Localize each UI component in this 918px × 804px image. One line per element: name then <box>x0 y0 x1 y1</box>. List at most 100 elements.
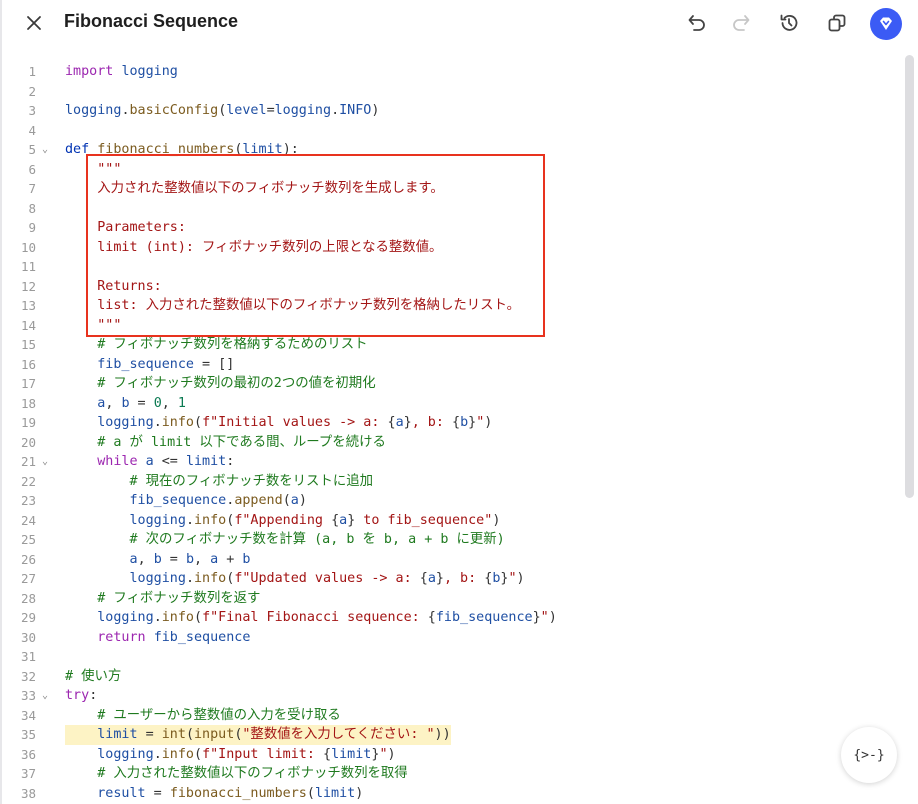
undo-button[interactable] <box>682 9 710 37</box>
line-number: 20 <box>20 434 36 450</box>
scrollbar-thumb[interactable] <box>905 55 914 498</box>
code-text: Returns: <box>65 278 162 294</box>
line-number: 27 <box>20 571 36 586</box>
code-line[interactable]: 35 limit = int(input("整数値を入力してください: ")) <box>0 725 900 745</box>
code-line[interactable]: 19 logging.info(f"Initial values -> a: {… <box>0 413 900 433</box>
code-text: return fib_sequence <box>97 629 251 645</box>
code-text: """ <box>65 317 122 333</box>
line-number: 12 <box>20 278 36 294</box>
run-code-icon: {>-} <box>853 747 885 763</box>
line-number: 10 <box>20 239 36 255</box>
run-code-button[interactable]: {>-} <box>841 727 897 783</box>
code-line[interactable]: 22 # 現在のフィボナッチ数をリストに追加 <box>0 472 900 492</box>
fold-chevron-icon[interactable]: ⌄ <box>42 452 48 472</box>
code-text: # a が limit 以下である間、ループを続ける <box>65 434 386 450</box>
code-line[interactable]: 25 # 次のフィボナッチ数を計算 (a, b を b, a + b に更新) <box>0 530 900 550</box>
app-logo[interactable] <box>870 8 902 40</box>
line-number: 1 <box>28 64 36 79</box>
code-text: logging.info(f"Updated values -> a: {a},… <box>129 571 525 586</box>
code-line[interactable]: 16 fib_sequence = [] <box>0 355 900 375</box>
code-text: # フィボナッチ数列を返す <box>65 590 261 606</box>
code-line[interactable]: 3 logging.basicConfig(level=logging.INFO) <box>0 101 900 121</box>
code-line[interactable]: 12 Returns: <box>0 277 900 297</box>
code-line[interactable]: 20 # a が limit 以下である間、ループを続ける <box>0 433 900 453</box>
code-line[interactable]: 10 limit (int): フィボナッチ数列の上限となる整数値。 <box>0 238 900 258</box>
line-number: 34 <box>20 707 36 723</box>
code-text: # 入力された整数値以下のフィボナッチ数列を取得 <box>65 766 408 781</box>
header-bar: Fibonacci Sequence <box>0 0 918 48</box>
code-line[interactable]: 36 logging.info(f"Input limit: {limit}") <box>0 745 900 765</box>
code-text: logging.info(f"Input limit: {limit}") <box>97 746 396 762</box>
document-title: Fibonacci Sequence <box>64 11 239 31</box>
code-text: result = fibonacci_numbers(limit) <box>97 785 364 801</box>
code-line[interactable]: 8 <box>0 199 900 219</box>
line-number: 16 <box>20 356 36 372</box>
line-number: 2 <box>28 83 36 99</box>
code-line[interactable]: 21 ⌄ while a <= limit: <box>0 452 900 472</box>
code-editor[interactable]: 1 import logging 2 3 logging.basicConfig(lev… <box>0 62 900 803</box>
code-line[interactable]: 13 list: 入力された整数値以下のフィボナッチ数列を格納したリスト。 <box>0 296 900 316</box>
copy-button[interactable] <box>823 9 851 37</box>
line-number: 6 <box>28 161 36 177</box>
code-text: import logging <box>65 64 178 79</box>
code-line[interactable]: 33 ⌄ try: <box>0 686 900 706</box>
code-line[interactable]: 15 # フィボナッチ数列を格納するためのリスト <box>0 335 900 355</box>
code-line[interactable]: 28 # フィボナッチ数列を返す <box>0 589 900 609</box>
line-number: 15 <box>20 337 36 352</box>
code-text: 入力された整数値以下のフィボナッチ数列を生成します。 <box>65 181 444 196</box>
line-number: 21 <box>20 454 36 469</box>
app-logo-icon <box>880 17 892 30</box>
code-text: # フィボナッチ数列を格納するためのリスト <box>65 337 368 352</box>
code-line[interactable]: 5 ⌄ def fibonacci_numbers(limit): <box>0 140 900 160</box>
code-line[interactable]: 14 """ <box>0 316 900 336</box>
code-text: # 現在のフィボナッチ数をリストに追加 <box>65 473 373 489</box>
fold-chevron-icon[interactable]: ⌄ <box>42 686 48 706</box>
line-number: 38 <box>20 785 36 801</box>
code-line[interactable]: 27 logging.info(f"Updated values -> a: {… <box>0 569 900 589</box>
code-text: fib_sequence.append(a) <box>129 493 307 508</box>
line-number: 26 <box>20 551 36 567</box>
code-line[interactable]: 9 Parameters: <box>0 218 900 238</box>
redo-button[interactable] <box>728 9 756 37</box>
code-line[interactable]: 38 result = fibonacci_numbers(limit) <box>0 784 900 804</box>
line-number: 19 <box>20 415 36 430</box>
code-line[interactable]: 23 fib_sequence.append(a) <box>0 491 900 511</box>
code-line[interactable]: 24 logging.info(f"Appending {a} to fib_s… <box>0 511 900 531</box>
code-line[interactable]: 37 # 入力された整数値以下のフィボナッチ数列を取得 <box>0 764 900 784</box>
history-button[interactable] <box>775 9 803 37</box>
line-number: 5 <box>28 142 36 157</box>
line-number: 18 <box>20 395 36 411</box>
code-line[interactable]: 6 """ <box>0 160 900 180</box>
code-line[interactable]: 32 # 使い方 <box>0 667 900 687</box>
code-line[interactable]: 30 return fib_sequence <box>0 628 900 648</box>
code-text: # フィボナッチ数列の最初の2つの値を初期化 <box>65 376 376 391</box>
code-line[interactable]: 29 logging.info(f"Final Fibonacci sequen… <box>0 608 900 628</box>
code-text: fib_sequence = [] <box>97 356 235 372</box>
line-number: 24 <box>20 512 36 528</box>
code-text: limit = int(input("整数値を入力してください: ")) <box>65 725 451 745</box>
fold-chevron-icon[interactable]: ⌄ <box>42 140 48 160</box>
code-line[interactable]: 2 <box>0 82 900 102</box>
code-text: """ <box>65 161 122 177</box>
code-line[interactable]: 18 a, b = 0, 1 <box>0 394 900 414</box>
line-number: 17 <box>20 376 36 391</box>
line-number: 23 <box>20 493 36 508</box>
line-number: 11 <box>20 259 36 274</box>
close-icon <box>27 16 41 30</box>
redo-icon <box>733 15 750 31</box>
close-button[interactable] <box>21 10 47 36</box>
code-line[interactable]: 17 # フィボナッチ数列の最初の2つの値を初期化 <box>0 374 900 394</box>
code-text: # ユーザーから整数値の入力を受け取る <box>65 707 341 723</box>
code-line[interactable]: 1 import logging <box>0 62 900 82</box>
code-line[interactable]: 4 <box>0 121 900 141</box>
code-line[interactable]: 26 a, b = b, a + b <box>0 550 900 570</box>
code-text: logging.basicConfig(level=logging.INFO) <box>65 103 380 118</box>
code-line[interactable]: 11 <box>0 257 900 277</box>
code-text: try: <box>65 688 98 703</box>
code-line[interactable]: 34 # ユーザーから整数値の入力を受け取る <box>0 706 900 726</box>
line-number: 32 <box>20 668 36 684</box>
code-line[interactable]: 31 <box>0 647 900 667</box>
code-text: limit (int): フィボナッチ数列の上限となる整数値。 <box>65 239 443 255</box>
code-line[interactable]: 7 入力された整数値以下のフィボナッチ数列を生成します。 <box>0 179 900 199</box>
line-number: 25 <box>20 532 36 547</box>
